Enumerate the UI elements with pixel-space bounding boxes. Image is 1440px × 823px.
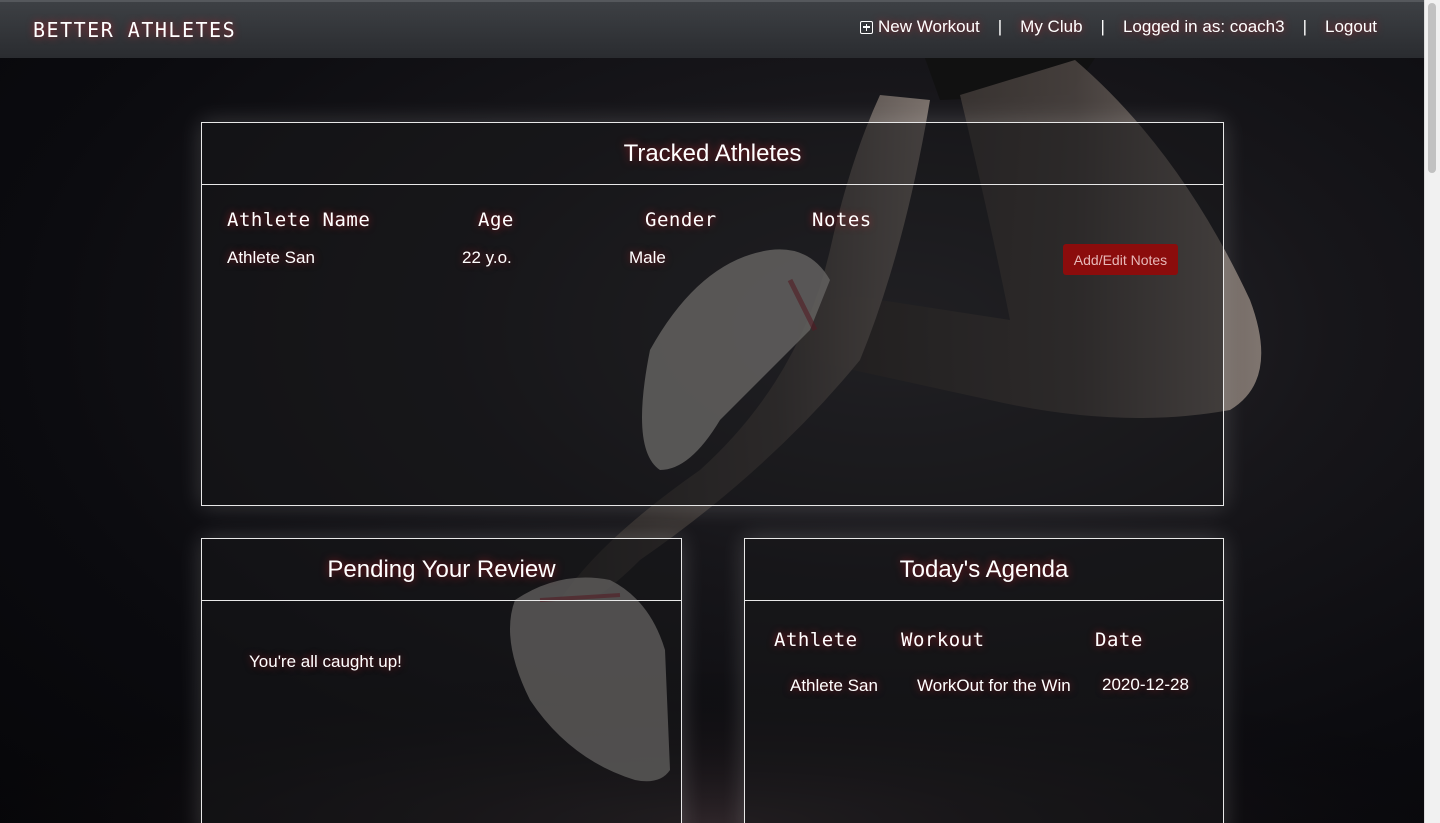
column-header-workout: Workout: [901, 629, 985, 651]
column-header-gender: Gender: [645, 209, 717, 231]
scrollbar-thumb[interactable]: [1428, 3, 1436, 173]
agenda-date-cell: 2020-12-28: [1102, 675, 1189, 694]
logged-in-user-link[interactable]: Logged in as: coach3: [1123, 17, 1285, 37]
column-header-athlete-name: Athlete Name: [227, 209, 371, 231]
pending-review-panel: Pending Your Review You're all caught up…: [201, 538, 682, 823]
nav-separator: |: [1100, 17, 1105, 36]
agenda-athlete-cell[interactable]: Athlete San: [790, 676, 878, 696]
tracked-athletes-panel: Tracked Athletes Athlete Name Age Gender…: [201, 122, 1224, 506]
column-header-notes: Notes: [812, 209, 872, 231]
column-header-age: Age: [478, 209, 514, 231]
pending-review-title: Pending Your Review: [202, 539, 681, 601]
logout-link[interactable]: Logout: [1325, 17, 1377, 37]
athlete-gender-cell: Male: [629, 248, 666, 267]
agenda-workout-cell[interactable]: WorkOut for the Win: [917, 676, 1071, 696]
top-navbar: BETTER ATHLETES New Workout | My Club | …: [0, 0, 1425, 58]
nav-separator: |: [997, 17, 1003, 36]
page-scrollbar[interactable]: [1424, 0, 1440, 823]
todays-agenda-panel: Today's Agenda Athlete Workout Date Athl…: [744, 538, 1224, 823]
nav-links: New Workout | My Club | Logged in as: co…: [860, 17, 1377, 37]
column-header-date: Date: [1095, 629, 1143, 651]
athlete-name-cell[interactable]: Athlete San: [227, 248, 315, 268]
page: BETTER ATHLETES New Workout | My Club | …: [0, 0, 1440, 823]
plus-square-icon: [860, 20, 874, 34]
athlete-age-cell: 22 y.o.: [462, 248, 512, 267]
todays-agenda-title: Today's Agenda: [745, 539, 1223, 601]
brand-logo[interactable]: BETTER ATHLETES: [33, 18, 236, 42]
new-workout-link[interactable]: New Workout: [860, 17, 980, 37]
caught-up-message: You're all caught up!: [249, 652, 402, 671]
nav-separator: |: [1302, 17, 1307, 36]
my-club-link[interactable]: My Club: [1020, 17, 1082, 37]
add-edit-notes-button[interactable]: Add/Edit Notes: [1063, 244, 1178, 275]
new-workout-label: New Workout: [878, 17, 980, 36]
column-header-athlete: Athlete: [774, 629, 858, 651]
tracked-athletes-title: Tracked Athletes: [202, 123, 1223, 185]
